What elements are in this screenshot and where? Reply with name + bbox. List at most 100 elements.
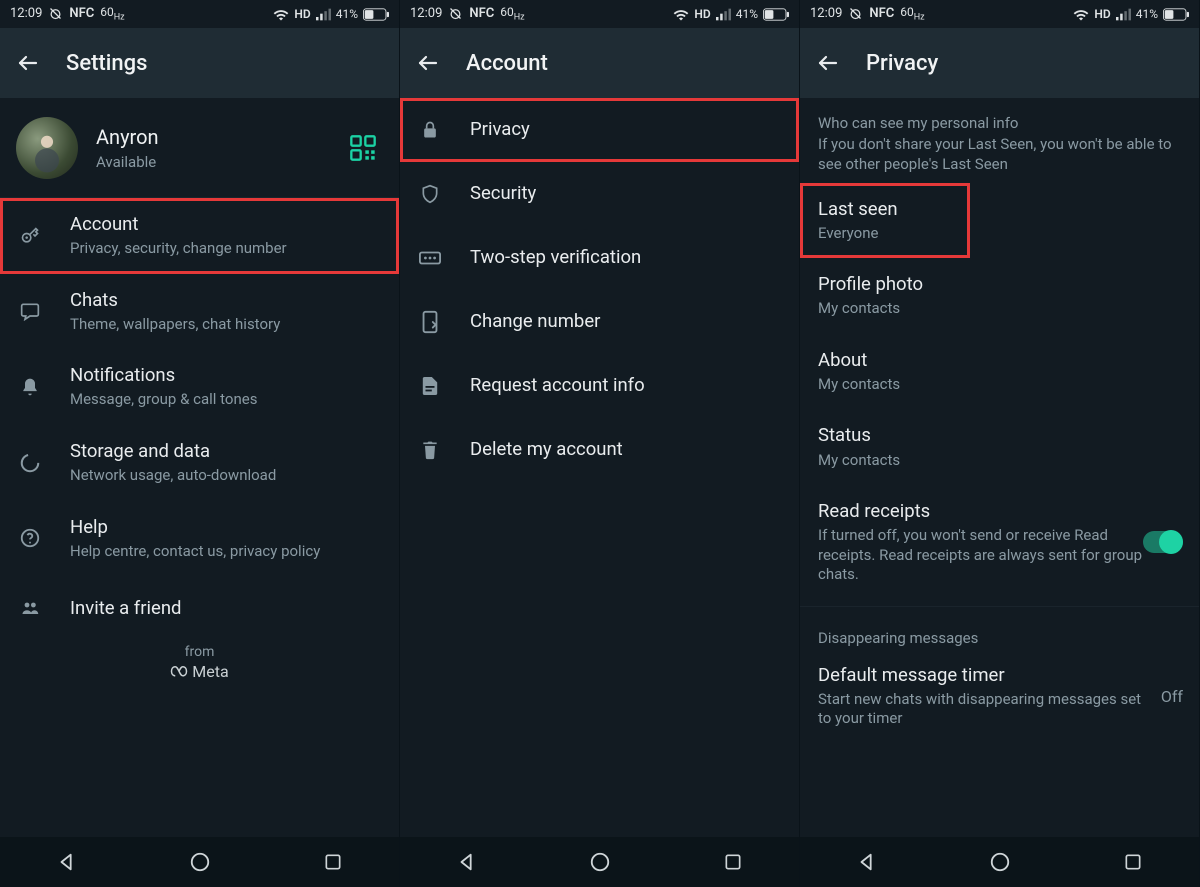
alarm-off-icon [48, 6, 63, 21]
nav-recent-icon[interactable] [323, 852, 343, 872]
from-meta: from Meta [0, 640, 399, 689]
section-subtext: If you don't share your Last Seen, you w… [800, 134, 1199, 183]
default-timer-value: Off [1161, 687, 1183, 706]
status-nfc: NFC [869, 6, 894, 21]
account-screen: 12:09 NFC 60Hz HD 41% Account Privacy Se… [400, 0, 800, 887]
divider [800, 606, 1199, 607]
page-title: Account [466, 51, 548, 76]
status-time: 12:09 [810, 6, 842, 21]
status-bar: 12:09 NFC 60Hz HD 41% [0, 0, 399, 28]
row-title: Status [818, 424, 1183, 447]
privacy-item-readreceipts[interactable]: Read receipts If turned off, you won't s… [800, 485, 1199, 600]
read-receipts-toggle[interactable] [1143, 531, 1183, 553]
lock-icon [416, 119, 444, 141]
nav-home-icon[interactable] [989, 851, 1011, 873]
account-item-delete[interactable]: Delete my account [400, 418, 799, 482]
account-item-changenum[interactable]: Change number [400, 290, 799, 354]
privacy-item-about[interactable]: About My contacts [800, 334, 1199, 410]
nav-back-icon[interactable] [456, 851, 478, 873]
alarm-off-icon [448, 6, 463, 21]
alarm-off-icon [848, 6, 863, 21]
nav-home-icon[interactable] [589, 851, 611, 873]
account-item-security[interactable]: Security [400, 162, 799, 226]
signal-icon [716, 8, 731, 21]
row-sub: My contacts [818, 375, 1183, 395]
app-bar: Privacy [800, 28, 1199, 98]
nav-home-icon[interactable] [189, 851, 211, 873]
row-sub: My contacts [818, 299, 1183, 319]
row-title: Default message timer [818, 664, 1151, 687]
row-sub: Help centre, contact us, privacy policy [70, 542, 383, 562]
status-time: 12:09 [410, 6, 442, 21]
account-item-privacy[interactable]: Privacy [400, 98, 799, 162]
row-title: Delete my account [470, 438, 783, 461]
settings-item-storage[interactable]: Storage and data Network usage, auto-dow… [0, 425, 399, 501]
status-nfc: NFC [69, 6, 94, 21]
back-icon[interactable] [816, 51, 840, 75]
nav-bar [400, 837, 799, 887]
account-item-request[interactable]: Request account info [400, 354, 799, 418]
row-title: Change number [470, 310, 783, 333]
status-hz: 60Hz [900, 5, 924, 22]
back-icon[interactable] [16, 51, 40, 75]
row-title: Chats [70, 289, 383, 312]
nav-back-icon[interactable] [856, 851, 878, 873]
people-icon [16, 599, 44, 617]
settings-item-invite[interactable]: Invite a friend [0, 576, 399, 640]
status-hd: HD [694, 7, 710, 21]
settings-item-chats[interactable]: Chats Theme, wallpapers, chat history [0, 274, 399, 350]
status-bar: 12:09 NFC 60Hz HD 41% [400, 0, 799, 28]
nav-recent-icon[interactable] [1123, 852, 1143, 872]
battery-icon [763, 8, 789, 21]
row-title: About [818, 349, 1183, 372]
nav-bar [0, 837, 399, 887]
section-header-disappearing: Disappearing messages [800, 613, 1199, 649]
row-title: Last seen [818, 198, 954, 221]
row-title: Storage and data [70, 440, 383, 463]
section-header-personal: Who can see my personal info [800, 98, 1199, 134]
chat-icon [16, 301, 44, 321]
settings-item-help[interactable]: Help Help centre, contact us, privacy po… [0, 501, 399, 577]
key-icon [16, 226, 44, 246]
phone-swap-icon [416, 310, 444, 334]
wifi-icon [273, 8, 289, 21]
row-title: Two-step verification [470, 246, 783, 269]
account-item-twostep[interactable]: Two-step verification [400, 226, 799, 290]
back-icon[interactable] [416, 51, 440, 75]
privacy-item-status[interactable]: Status My contacts [800, 409, 1199, 485]
settings-item-notifications[interactable]: Notifications Message, group & call tone… [0, 349, 399, 425]
status-battery-pct: 41% [336, 7, 358, 21]
app-bar: Account [400, 28, 799, 98]
row-title: Request account info [470, 374, 783, 397]
status-hz: 60Hz [100, 5, 124, 22]
signal-icon [316, 8, 331, 21]
settings-item-account[interactable]: Account Privacy, security, change number [0, 198, 399, 274]
qr-icon[interactable] [349, 134, 377, 162]
privacy-item-lastseen[interactable]: Last seen Everyone [800, 183, 970, 259]
signal-icon [1116, 8, 1131, 21]
row-sub: Network usage, auto-download [70, 466, 383, 486]
document-icon [416, 375, 444, 397]
nav-recent-icon[interactable] [723, 852, 743, 872]
row-title: Privacy [470, 118, 783, 141]
nav-back-icon[interactable] [56, 851, 78, 873]
profile-row[interactable]: Anyron Available [0, 98, 399, 198]
profile-name: Anyron [96, 125, 349, 149]
privacy-item-profilephoto[interactable]: Profile photo My contacts [800, 258, 1199, 334]
wifi-icon [1073, 8, 1089, 21]
app-bar: Settings [0, 28, 399, 98]
row-title: Invite a friend [70, 597, 383, 620]
row-sub: Privacy, security, change number [70, 239, 383, 259]
status-bar: 12:09 NFC 60Hz HD 41% [800, 0, 1199, 28]
status-hd: HD [294, 7, 310, 21]
bell-icon [16, 376, 44, 398]
row-title: Profile photo [818, 273, 1183, 296]
row-title: Help [70, 516, 383, 539]
page-title: Settings [66, 51, 147, 76]
privacy-item-defaulttimer[interactable]: Default message timer Start new chats wi… [800, 649, 1199, 744]
privacy-screen: 12:09 NFC 60Hz HD 41% Privacy Who can se… [800, 0, 1200, 887]
row-sub: If turned off, you won't send or receive… [818, 526, 1143, 585]
battery-icon [1163, 8, 1189, 21]
row-sub: Everyone [818, 224, 954, 244]
data-usage-icon [16, 452, 44, 474]
